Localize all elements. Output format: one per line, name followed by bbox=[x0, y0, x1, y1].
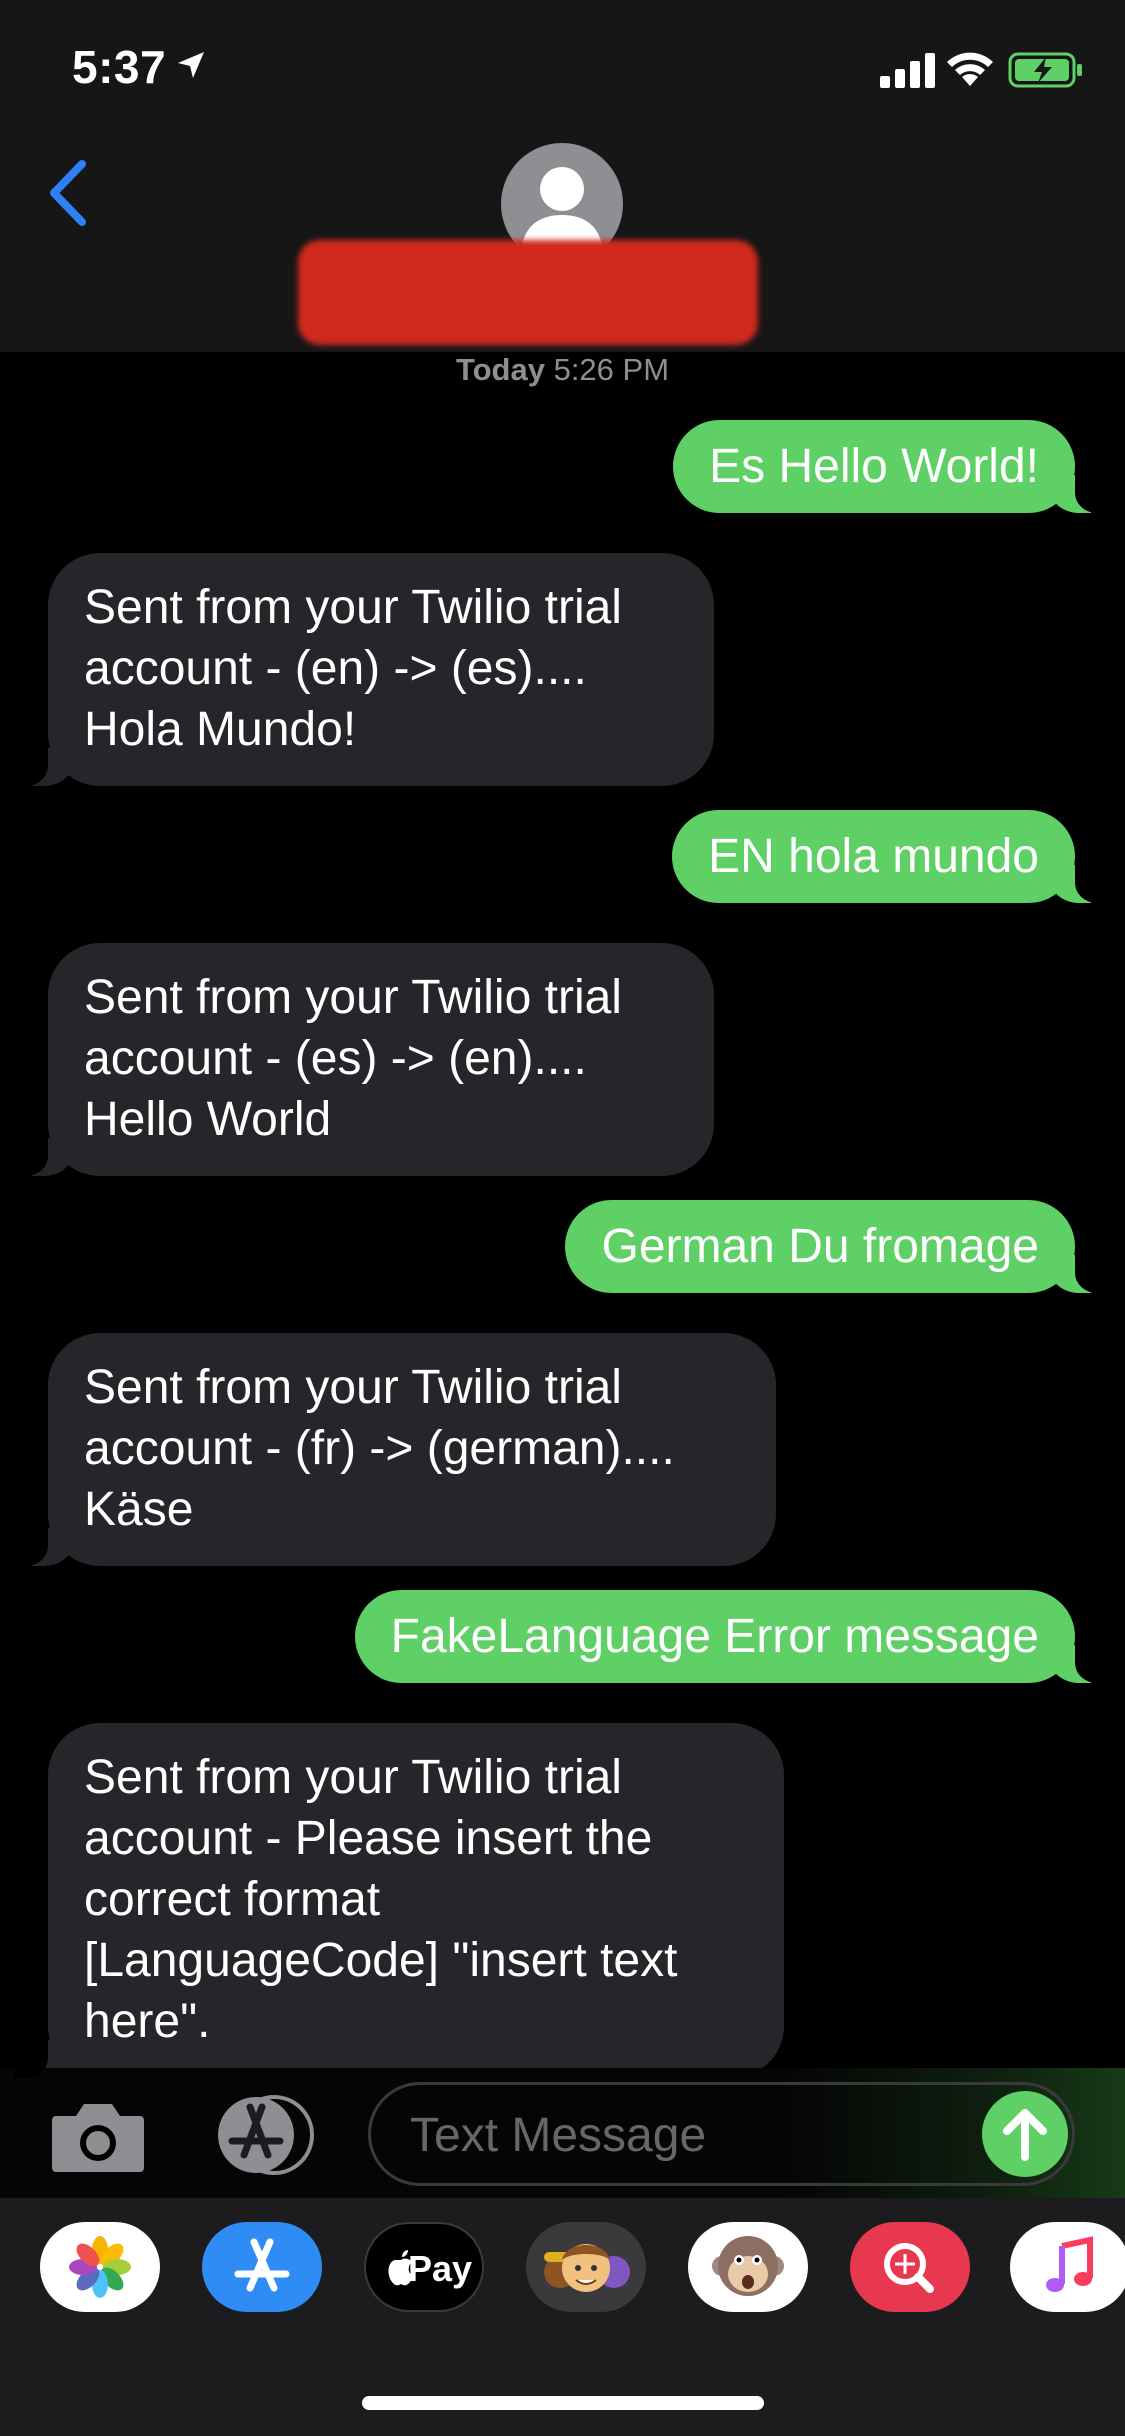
message-text: account - (es) -> (en).... bbox=[84, 1032, 587, 1085]
received-message-bubble[interactable]: Sent from your Twilio trial account - (e… bbox=[14, 553, 714, 786]
timestamp-day: Today bbox=[455, 352, 545, 387]
message-text: Sent from your Twilio trial bbox=[84, 1751, 622, 1804]
message-text: correct format bbox=[84, 1873, 381, 1926]
photos-app-button[interactable] bbox=[40, 2222, 160, 2312]
message-text: German Du fromage bbox=[601, 1220, 1039, 1273]
message-text: Sent from your Twilio trial bbox=[84, 1361, 622, 1414]
message-text: Hola Mundo! bbox=[84, 703, 357, 756]
sent-message-bubble[interactable]: FakeLanguage Error message bbox=[354, 1590, 1110, 1683]
app-store-drawer-icon[interactable] bbox=[210, 2095, 320, 2175]
message-text: account - Please insert the bbox=[84, 1812, 653, 1865]
received-message-bubble[interactable]: Sent from your Twilio trial account - (f… bbox=[14, 1333, 776, 1566]
music-icon bbox=[1046, 2236, 1093, 2292]
cellular-signal-icon bbox=[880, 53, 935, 88]
message-text: here". bbox=[84, 1995, 211, 2048]
battery-charging-icon bbox=[1008, 52, 1082, 88]
animoji-app-button[interactable] bbox=[688, 2222, 808, 2312]
memoji-app-button[interactable] bbox=[526, 2222, 646, 2312]
images-search-icon bbox=[884, 2243, 934, 2293]
photos-icon bbox=[69, 2236, 131, 2298]
apple-pay-label: Pay bbox=[407, 2248, 473, 2289]
arrow-up-icon bbox=[1003, 2109, 1047, 2161]
message-text: Es Hello World! bbox=[709, 440, 1039, 493]
message-text: Hello World bbox=[84, 1093, 332, 1146]
conversation-timestamp: Today 5:26 PM bbox=[0, 352, 1125, 388]
message-input-placeholder: Text Message bbox=[410, 2109, 707, 2162]
status-time: 5:37 bbox=[72, 41, 167, 93]
message-text: FakeLanguage Error message bbox=[390, 1610, 1039, 1663]
send-button[interactable] bbox=[982, 2091, 1068, 2177]
message-text: account - (en) -> (es).... bbox=[84, 642, 587, 695]
music-app-button[interactable] bbox=[1010, 2222, 1125, 2312]
app-store-icon bbox=[234, 2238, 290, 2292]
sent-message-bubble[interactable]: Es Hello World! bbox=[673, 420, 1109, 513]
sent-message-bubble[interactable]: German Du fromage bbox=[565, 1200, 1109, 1293]
received-message-bubble[interactable]: Sent from your Twilio trial account - (e… bbox=[14, 943, 714, 1176]
images-search-app-button[interactable] bbox=[850, 2222, 970, 2312]
message-text: Sent from your Twilio trial bbox=[84, 971, 622, 1024]
sent-message-bubble[interactable]: EN hola mundo bbox=[672, 810, 1109, 903]
animoji-icon bbox=[712, 2236, 784, 2296]
back-chevron-icon[interactable] bbox=[44, 158, 90, 228]
apple-pay-app-button[interactable]: Pay bbox=[364, 2222, 484, 2312]
location-arrow-icon bbox=[178, 52, 204, 78]
message-text: [LanguageCode] "insert text bbox=[84, 1934, 678, 1987]
memoji-icon bbox=[544, 2244, 630, 2292]
received-message-bubble[interactable]: Sent from your Twilio trial account - Pl… bbox=[14, 1723, 784, 2078]
timestamp-time: 5:26 PM bbox=[553, 352, 670, 387]
message-text: account - (fr) -> (german).... bbox=[84, 1422, 675, 1475]
message-text: Sent from your Twilio trial bbox=[84, 581, 622, 634]
wifi-icon bbox=[947, 52, 993, 86]
home-indicator[interactable] bbox=[362, 2396, 764, 2410]
camera-icon[interactable] bbox=[50, 2100, 146, 2174]
redacted-contact-name bbox=[298, 240, 758, 345]
message-text: Käse bbox=[84, 1483, 194, 1536]
message-text: EN hola mundo bbox=[708, 830, 1039, 883]
app-store-app-button[interactable] bbox=[202, 2222, 322, 2312]
